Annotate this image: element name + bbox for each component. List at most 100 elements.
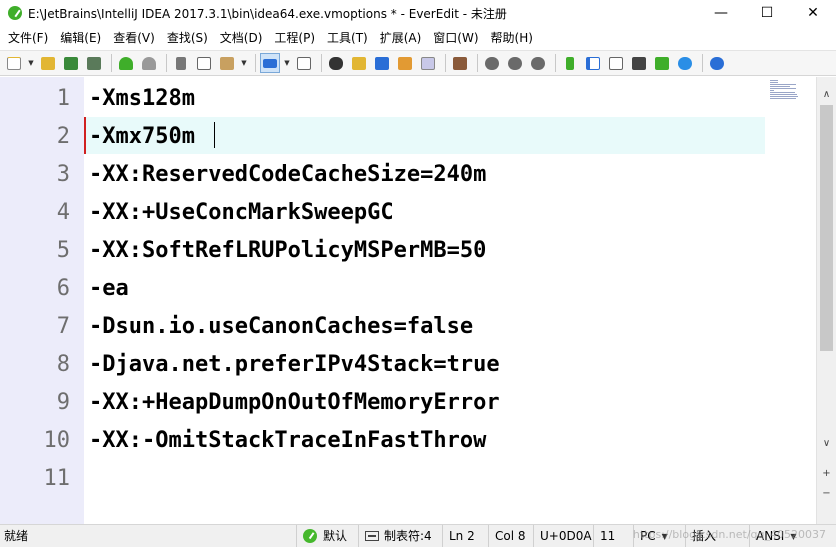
word-wrap-dropdown-icon[interactable]: ▼ <box>283 53 291 73</box>
console-icon[interactable] <box>652 53 672 73</box>
minimap[interactable] <box>766 77 816 524</box>
status-ready: 就绪 <box>4 528 29 543</box>
line-number: 8 <box>56 352 70 377</box>
toolbar-separator <box>255 54 256 72</box>
undo-icon[interactable] <box>116 53 136 73</box>
line-number: 2 <box>56 124 70 149</box>
status-line: Ln 2 <box>442 524 488 547</box>
tool-1-icon[interactable] <box>482 53 502 73</box>
toolbar-separator <box>555 54 556 72</box>
find-next-icon[interactable] <box>395 53 415 73</box>
close-button[interactable]: ✕ <box>790 0 836 26</box>
sidebar-right-icon[interactable] <box>606 53 626 73</box>
macro-icon[interactable] <box>450 53 470 73</box>
goto-icon[interactable] <box>418 53 438 73</box>
help-icon[interactable] <box>707 53 727 73</box>
new-file-icon[interactable] <box>4 53 24 73</box>
line-number: 10 <box>43 428 71 453</box>
replace-icon[interactable] <box>372 53 392 73</box>
title-bar: E:\JetBrains\IntelliJ IDEA 2017.3.1\bin\… <box>0 0 836 26</box>
minimap-line <box>770 94 797 95</box>
minimap-line <box>770 80 778 81</box>
vertical-scrollbar[interactable]: ∧ ∨ + − <box>816 77 836 524</box>
code-line[interactable]: -Dsun.io.useCanonCaches=false <box>89 308 473 346</box>
editor-area[interactable]: 1 2 3 4 5 6 7 8 9 10 11 -Xms128m -Xmx750… <box>0 77 836 524</box>
redo-icon[interactable] <box>139 53 159 73</box>
status-column: Col 8 <box>488 524 533 547</box>
menu-view[interactable]: 查看(V) <box>107 26 161 50</box>
tool-2-icon[interactable] <box>505 53 525 73</box>
save-icon[interactable] <box>61 53 81 73</box>
status-tab-label: 制表符:4 <box>384 528 432 543</box>
tool-3-icon[interactable] <box>528 53 548 73</box>
code-line[interactable]: -Djava.net.preferIPv4Stack=true <box>89 346 500 384</box>
syntax-icon <box>303 529 317 543</box>
toolbar: ▼ ▼ ▼ <box>0 50 836 76</box>
tree-icon[interactable] <box>560 53 580 73</box>
code-line[interactable]: -XX:+HeapDumpOnOutOfMemoryError <box>89 384 500 422</box>
code-line[interactable]: -XX:SoftRefLRUPolicyMSPerMB=50 <box>89 232 486 270</box>
status-bar: 就绪 默认 制表符:4 Ln 2 Col 8 U+0D0A 11 PC ▼ 插入… <box>0 524 836 547</box>
code-line[interactable]: -XX:+UseConcMarkSweepGC <box>89 194 394 232</box>
code-line[interactable]: -XX:ReservedCodeCacheSize=240m <box>89 156 486 194</box>
minimap-line <box>770 90 774 91</box>
line-number: 7 <box>56 314 70 339</box>
open-file-icon[interactable] <box>38 53 58 73</box>
maximize-button[interactable]: ☐ <box>744 0 790 26</box>
scroll-up-collapse-icon[interactable]: ∧ <box>817 85 836 103</box>
find-in-files-icon[interactable] <box>349 53 369 73</box>
column-icon[interactable] <box>294 53 314 73</box>
everedit-logo-icon <box>8 6 22 20</box>
menu-help[interactable]: 帮助(H) <box>485 26 539 50</box>
menu-file[interactable]: 文件(F) <box>2 26 54 50</box>
line-number: 5 <box>56 238 70 263</box>
menu-project[interactable]: 工程(P) <box>268 26 321 50</box>
toolbar-separator <box>111 54 112 72</box>
status-tab-size[interactable]: 制表符:4 <box>358 524 442 547</box>
text-caret <box>214 122 215 148</box>
cut-icon[interactable] <box>171 53 191 73</box>
save-all-icon[interactable] <box>84 53 104 73</box>
menu-window[interactable]: 窗口(W) <box>427 26 484 50</box>
sidebar-left-icon[interactable] <box>583 53 603 73</box>
toolbar-separator <box>702 54 703 72</box>
line-number: 11 <box>43 466 71 491</box>
line-number: 4 <box>56 200 70 225</box>
menu-search[interactable]: 查找(S) <box>161 26 214 50</box>
scroll-thumb[interactable] <box>820 105 833 351</box>
paste-icon[interactable] <box>217 53 237 73</box>
line-number-gutter: 1 2 3 4 5 6 7 8 9 10 11 <box>0 77 84 524</box>
minimize-button[interactable]: — <box>698 0 744 26</box>
status-char-code: U+0D0A <box>533 524 593 547</box>
minimap-line <box>770 98 796 99</box>
status-syntax-label: 默认 <box>323 528 348 543</box>
minimap-line <box>770 86 790 87</box>
watermark: https://blog.csdn.net/qq_40520037 <box>632 528 826 541</box>
code-line[interactable]: -ea <box>89 270 129 308</box>
minimap-line <box>770 96 798 97</box>
find-icon[interactable] <box>326 53 346 73</box>
line-number: 6 <box>56 276 70 301</box>
code-line[interactable]: -Xmx750m <box>89 118 195 156</box>
menu-document[interactable]: 文档(D) <box>214 26 269 50</box>
toolbar-separator <box>166 54 167 72</box>
paste-dropdown-icon[interactable]: ▼ <box>240 53 248 73</box>
copy-icon[interactable] <box>194 53 214 73</box>
scroll-down-expand-icon[interactable]: ∨ <box>817 434 836 452</box>
code-line[interactable]: -Xms128m <box>89 80 195 118</box>
zoom-in-icon[interactable]: + <box>817 464 836 482</box>
zoom-out-icon[interactable]: − <box>817 484 836 502</box>
word-wrap-icon[interactable] <box>260 53 280 73</box>
menu-tools[interactable]: 工具(T) <box>321 26 374 50</box>
output-icon[interactable] <box>629 53 649 73</box>
new-file-dropdown-icon[interactable]: ▼ <box>27 53 35 73</box>
browser-icon[interactable] <box>675 53 695 73</box>
code-line[interactable]: -XX:-OmitStackTraceInFastThrow <box>89 422 486 460</box>
menu-extensions[interactable]: 扩展(A) <box>374 26 428 50</box>
menu-edit[interactable]: 编辑(E) <box>54 26 107 50</box>
status-syntax[interactable]: 默认 <box>296 524 358 547</box>
window-title: E:\JetBrains\IntelliJ IDEA 2017.3.1\bin\… <box>28 6 507 21</box>
minimap-line <box>770 88 796 89</box>
tab-icon <box>365 531 379 541</box>
line-number: 3 <box>56 162 70 187</box>
